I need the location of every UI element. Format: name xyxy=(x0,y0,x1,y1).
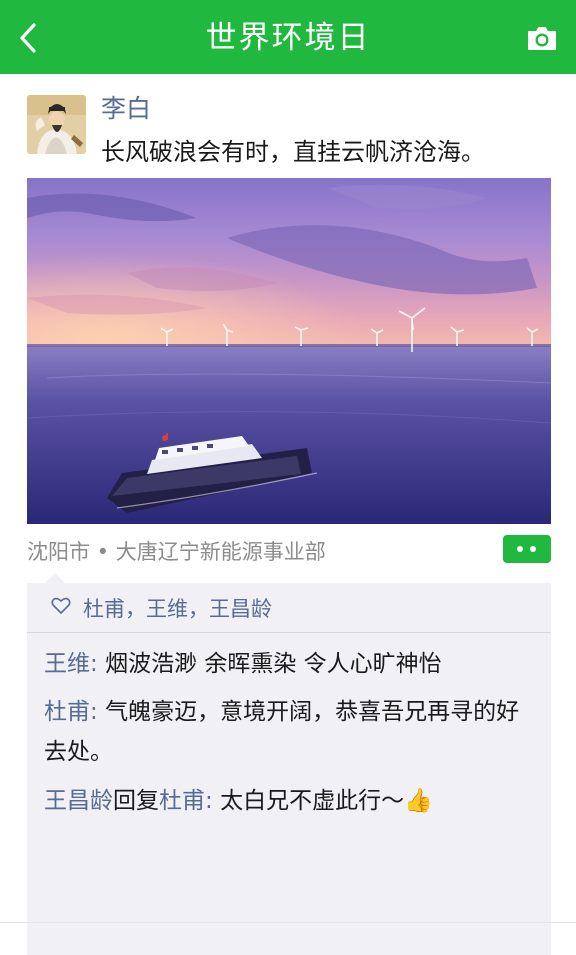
comment-text: 烟波浩渺 余晖熏染 令人心旷神怡 xyxy=(105,651,442,677)
post-photo[interactable] xyxy=(26,178,552,524)
divider xyxy=(0,922,576,923)
dot-icon xyxy=(530,546,536,552)
comment-separator: : xyxy=(205,788,221,814)
comment-item[interactable]: 杜甫: 气魄豪迈，意境开阔，恭喜吾兄再寻的好去处。 xyxy=(44,692,538,772)
top-bar: 世界环境日 xyxy=(0,0,576,74)
heart-icon xyxy=(51,597,71,615)
comment-author[interactable]: 王维 xyxy=(44,651,90,677)
comment-author[interactable]: 杜甫 xyxy=(44,699,90,725)
avatar[interactable] xyxy=(27,95,86,154)
more-dots-icon[interactable] xyxy=(503,535,551,563)
reply-label: 回复 xyxy=(113,788,159,814)
comment-text: 太白兄不虚此行～👍 xyxy=(220,788,433,814)
comment-box: 杜甫，王维，王昌龄 王维: 烟波浩渺 余晖熏染 令人心旷神怡 杜甫: 气魄豪迈，… xyxy=(27,573,551,955)
comment-separator: : xyxy=(90,651,106,677)
reply-target[interactable]: 杜甫 xyxy=(159,788,205,814)
likes-row: 杜甫，王维，王昌龄 xyxy=(27,583,551,633)
comment-author[interactable]: 王昌龄 xyxy=(44,788,113,814)
post-location[interactable]: 沈阳市 • 大唐辽宁新能源事业部 xyxy=(27,538,326,566)
likes-names[interactable]: 杜甫，王维，王昌龄 xyxy=(83,595,272,623)
post-author[interactable]: 李白 xyxy=(101,93,151,125)
camera-icon[interactable] xyxy=(526,24,558,52)
dot-icon xyxy=(517,546,523,552)
comment-item[interactable]: 王维: 烟波浩渺 余晖熏染 令人心旷神怡 xyxy=(44,644,538,684)
page-title: 世界环境日 xyxy=(205,20,371,56)
post-text: 长风破浪会有时，直挂云帆济沧海。 xyxy=(101,138,485,166)
comment-text: 气魄豪迈，意境开阔，恭喜吾兄再寻的好去处。 xyxy=(44,699,520,765)
comment-item[interactable]: 王昌龄回复杜甫: 太白兄不虚此行～👍 xyxy=(44,781,538,821)
comment-separator: : xyxy=(90,699,106,725)
